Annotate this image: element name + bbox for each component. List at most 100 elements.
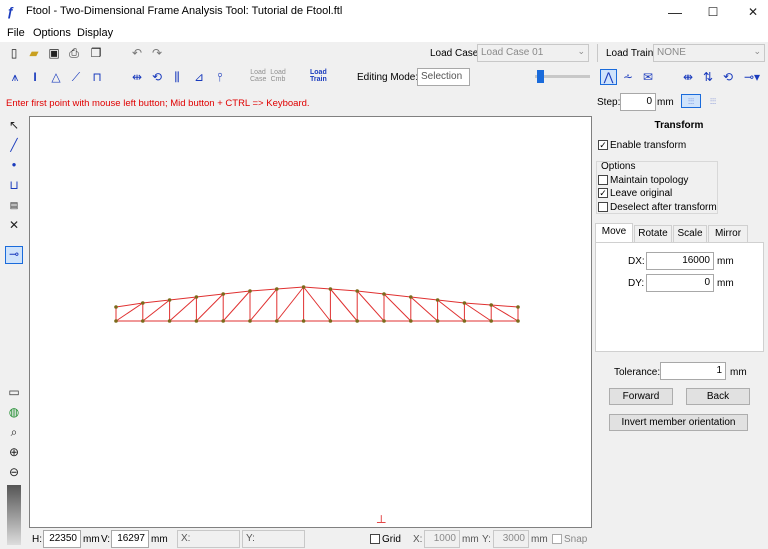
moment-icon[interactable]: ⟲ (150, 70, 164, 84)
load-train-button[interactable]: Load Train (310, 69, 327, 83)
h-label: H: (32, 534, 42, 545)
ruler-alt-icon[interactable]: ⫶⫶⫶ (704, 95, 722, 109)
title-bar: ƒ Ftool - Two-Dimensional Frame Analysis… (0, 0, 768, 24)
truss-node (141, 319, 145, 323)
truss-node (194, 295, 199, 299)
menu-file[interactable]: File (7, 27, 25, 39)
zoom-in-icon[interactable]: ⊕ (7, 445, 21, 459)
redo-icon[interactable]: ↷ (150, 46, 164, 60)
tolerance-field[interactable]: 1 (660, 362, 726, 380)
section-icon[interactable]: I (28, 70, 42, 84)
triangle-icon[interactable]: △ (49, 70, 63, 84)
truss-node (435, 319, 440, 323)
dy-value: 0 (704, 277, 710, 288)
ruler-icon[interactable]: ⫶⫶⫶ (681, 94, 701, 108)
deselect-after-checkbox[interactable] (598, 202, 608, 212)
support-icon[interactable]: ⩚ (8, 70, 22, 84)
maintain-topology-checkbox[interactable] (598, 175, 608, 185)
close-button[interactable]: ✕ (738, 0, 768, 24)
grid-checkbox[interactable] (370, 534, 380, 544)
dy-field[interactable]: 0 (646, 274, 714, 292)
tab-scale[interactable]: Scale (673, 225, 707, 242)
truss-node (409, 295, 413, 299)
back-button[interactable]: Back (686, 388, 750, 405)
drawing-canvas[interactable]: ┴ (29, 116, 592, 529)
v-label: V: (101, 534, 111, 545)
rotate-icon[interactable]: ⟲ (721, 70, 735, 84)
step-field[interactable]: 0 (620, 93, 656, 111)
diagram-icon[interactable]: ⋀ (600, 69, 617, 85)
dy-label: DY: (628, 278, 645, 289)
frame-icon[interactable]: ⊓ (90, 70, 104, 84)
gray-scale-bar[interactable] (7, 485, 21, 545)
tab-mirror[interactable]: Mirror (708, 225, 748, 242)
truss-node (167, 319, 172, 323)
editing-mode-field[interactable]: Selection (417, 68, 470, 86)
tab-move[interactable]: Move (595, 223, 633, 243)
maximize-button[interactable]: ☐ (698, 0, 728, 24)
forward-button[interactable]: Forward (609, 388, 673, 405)
truss-member (491, 304, 519, 308)
invert-orientation-button[interactable]: Invert member orientation (609, 414, 748, 431)
grid-x-label: X: (413, 534, 423, 545)
globe-icon[interactable]: ◍ (7, 405, 21, 419)
truss-node (114, 319, 118, 323)
grid-lines-icon[interactable]: ▤ (7, 198, 21, 212)
zoom-out-icon[interactable]: ⊖ (7, 465, 21, 479)
truss-member (464, 302, 492, 322)
truss-member (303, 286, 331, 322)
new-file-icon[interactable]: ▯ (7, 46, 21, 60)
envelope-icon[interactable]: ✉ (641, 70, 655, 84)
snap-checkbox[interactable] (552, 534, 562, 544)
line-icon[interactable]: ╱ (7, 138, 21, 152)
truss-member (196, 293, 224, 298)
minimize-button[interactable]: — (660, 0, 690, 24)
dx-field[interactable]: 16000 (646, 252, 714, 270)
node-icon[interactable]: ● (7, 158, 21, 172)
truss-node (382, 319, 386, 323)
hinge-icon[interactable]: ⟋ (69, 70, 83, 84)
tab-rotate[interactable]: Rotate (634, 225, 672, 242)
load-train-select[interactable]: NONE ⌄ (653, 44, 765, 62)
truss-node (221, 292, 225, 296)
truss-member (330, 288, 358, 322)
open-folder-icon[interactable]: ▰ (27, 46, 41, 60)
load-comb-button[interactable]: Load Cmb (270, 69, 286, 83)
distributed-load-icon[interactable]: ⫼ (170, 70, 184, 84)
truss-node (275, 287, 279, 291)
linear-load-icon[interactable]: ⊿ (192, 70, 206, 84)
menu-display[interactable]: Display (77, 27, 113, 39)
load-train-value: NONE (657, 47, 686, 58)
zoom-icon[interactable]: ⌕ (7, 425, 21, 439)
load-case-button[interactable]: Load Case (250, 69, 266, 83)
truss-member (437, 299, 465, 322)
thermal-load-icon[interactable]: ⫯ (213, 70, 227, 84)
axial-icon[interactable]: ⇼ (681, 70, 695, 84)
menu-options[interactable]: Options (33, 27, 71, 39)
zoom-slider-thumb[interactable] (537, 70, 545, 83)
zoom-slider-track[interactable] (535, 70, 590, 83)
shear-icon[interactable]: ⇅ (701, 70, 715, 84)
load-case-select[interactable]: Load Case 01 ⌄ (477, 44, 589, 62)
enable-transform-checkbox[interactable]: ✓ (598, 140, 608, 150)
grid-x-field[interactable]: 1000 (424, 530, 460, 548)
grid-y-field[interactable]: 3000 (493, 530, 529, 548)
print-icon[interactable]: ⎙ (67, 46, 81, 60)
save-icon[interactable]: ▣ (47, 46, 61, 60)
more-options-icon[interactable]: ⊸▾ (741, 70, 763, 84)
leave-original-checkbox[interactable]: ✓ (598, 188, 608, 198)
grid-y-label: Y: (482, 534, 491, 545)
monitor-icon[interactable]: ▭ (7, 385, 21, 399)
truss-node (489, 303, 494, 307)
grid-x-value: 1000 (433, 533, 456, 544)
dimension-icon[interactable]: ⊔ (7, 178, 21, 192)
v-field: 16297 (111, 530, 149, 548)
copy-icon[interactable]: ❐ (89, 46, 103, 60)
nodal-load-icon[interactable]: ⇹ (130, 70, 144, 84)
select-arrow-icon[interactable]: ↖ (7, 118, 21, 132)
moment-diagram-icon[interactable]: ⩪ (621, 70, 635, 84)
transform-icon[interactable]: ⊸ (5, 246, 23, 264)
undo-icon[interactable]: ↶ (130, 46, 144, 60)
delete-icon[interactable]: ✕ (7, 218, 21, 232)
dx-value: 16000 (682, 255, 710, 266)
